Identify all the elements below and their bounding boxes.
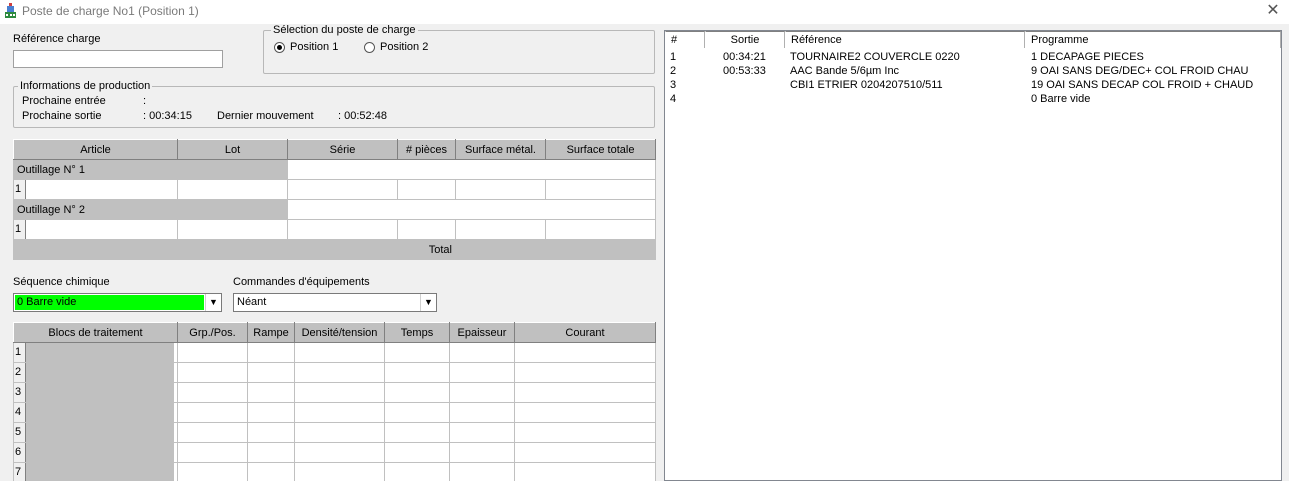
col-epaisseur[interactable]: Epaisseur bbox=[449, 322, 515, 343]
item-reference: AAC Bande 5/6µm Inc bbox=[790, 65, 900, 77]
item-num: 1 bbox=[670, 51, 677, 63]
item-reference: TOURNAIRE2 COUVERCLE 0220 bbox=[790, 51, 960, 63]
item-num: 2 bbox=[670, 65, 677, 77]
chevron-down-icon[interactable]: ▼ bbox=[205, 294, 221, 311]
window-scrollbar[interactable] bbox=[1284, 30, 1289, 481]
position1-label[interactable]: Position 1 bbox=[290, 41, 338, 53]
item-programme: 9 OAI SANS DEG/DEC+ COL FROID CHAU bbox=[1031, 65, 1249, 77]
col-surface-totale[interactable]: Surface totale bbox=[545, 139, 656, 160]
position2-label[interactable]: Position 2 bbox=[380, 41, 428, 53]
table-row[interactable]: 1 bbox=[13, 179, 656, 200]
close-icon[interactable]: ✕ bbox=[1262, 2, 1284, 22]
col-densite[interactable]: Densité/tension bbox=[294, 322, 385, 343]
item-programme: 0 Barre vide bbox=[1031, 93, 1091, 105]
table-row[interactable]: 1 bbox=[13, 342, 656, 363]
reference-charge-input[interactable] bbox=[13, 50, 223, 68]
commandes-value: Néant bbox=[237, 296, 267, 308]
table-row[interactable]: 6 bbox=[13, 442, 656, 463]
prochaine-sortie-label: Prochaine sortie bbox=[22, 110, 102, 122]
sequence-label: Séquence chimique bbox=[13, 276, 110, 288]
outillage2-label: Outillage N° 2 bbox=[13, 199, 288, 220]
app-icon bbox=[5, 3, 16, 18]
charges-list-header: # Sortie Référence Programme bbox=[665, 31, 1281, 48]
item-programme: 1 DECAPAGE PIECES bbox=[1031, 51, 1144, 63]
col-surface-metal[interactable]: Surface métal. bbox=[455, 139, 546, 160]
item-num: 3 bbox=[670, 79, 677, 91]
item-sortie: 00:34:21 bbox=[723, 51, 766, 63]
total-row: Total bbox=[13, 239, 656, 260]
prochaine-entree-value: : bbox=[143, 95, 147, 107]
charges-list[interactable]: # Sortie Référence Programme 1 00:34:21 … bbox=[664, 30, 1282, 481]
dernier-mouvement-value: : 00:52:48 bbox=[338, 110, 387, 122]
row-number: 2 bbox=[14, 363, 26, 382]
window-title: Poste de charge No1 (Position 1) bbox=[22, 4, 199, 18]
outillage1-row: Outillage N° 1 bbox=[13, 159, 656, 180]
title-bar: Poste de charge No1 (Position 1) ✕ bbox=[0, 0, 1289, 24]
production-groupbox bbox=[13, 86, 655, 128]
col-article[interactable]: Article bbox=[13, 139, 178, 160]
row-number: 1 bbox=[14, 180, 26, 199]
total-surface-metal bbox=[455, 239, 546, 260]
table-row[interactable]: 4 bbox=[13, 402, 656, 423]
position2-radio[interactable] bbox=[364, 42, 375, 53]
table-row[interactable]: 3 bbox=[13, 382, 656, 403]
total-label: Total bbox=[13, 239, 456, 260]
col-serie[interactable]: Série bbox=[287, 139, 398, 160]
col-temps[interactable]: Temps bbox=[384, 322, 450, 343]
col-sortie[interactable]: Sortie bbox=[705, 31, 785, 48]
outillage2-row: Outillage N° 2 bbox=[13, 199, 656, 220]
item-reference: CBI1 ETRIER 0204207510/511 bbox=[790, 79, 943, 91]
col-num[interactable]: # bbox=[665, 31, 705, 48]
articles-header-row: Article Lot Série # pièces Surface métal… bbox=[13, 139, 656, 160]
list-item[interactable]: 3 CBI1 ETRIER 0204207510/511 19 OAI SANS… bbox=[665, 79, 1281, 93]
row-number: 1 bbox=[14, 343, 26, 362]
prochaine-sortie-value: : 00:34:15 bbox=[143, 110, 192, 122]
blocs-header-row: Blocs de traitement Grp./Pos. Rampe Dens… bbox=[13, 322, 656, 343]
dernier-mouvement-label: Dernier mouvement bbox=[217, 110, 314, 122]
item-programme: 19 OAI SANS DECAP COL FROID + CHAUD bbox=[1031, 79, 1254, 91]
row-number: 7 bbox=[14, 463, 26, 481]
col-courant[interactable]: Courant bbox=[514, 322, 656, 343]
list-item[interactable]: 4 0 Barre vide bbox=[665, 93, 1281, 107]
position1-radio[interactable] bbox=[274, 42, 285, 53]
col-reference[interactable]: Référence bbox=[785, 31, 1025, 48]
item-sortie: 00:53:33 bbox=[723, 65, 766, 77]
list-item[interactable]: 1 00:34:21 TOURNAIRE2 COUVERCLE 0220 1 D… bbox=[665, 51, 1281, 65]
sequence-value: 0 Barre vide bbox=[17, 296, 77, 308]
selection-legend: Sélection du poste de charge bbox=[271, 24, 418, 36]
table-row[interactable]: 2 bbox=[13, 362, 656, 383]
reference-charge-label: Référence charge bbox=[13, 33, 101, 45]
blocs-table: Blocs de traitement Grp./Pos. Rampe Dens… bbox=[13, 322, 656, 481]
table-row[interactable]: 5 bbox=[13, 422, 656, 443]
outillage1-label: Outillage N° 1 bbox=[13, 159, 288, 180]
col-rampe[interactable]: Rampe bbox=[247, 322, 295, 343]
col-pieces[interactable]: # pièces bbox=[397, 139, 456, 160]
col-blocs[interactable]: Blocs de traitement bbox=[13, 322, 178, 343]
table-row[interactable]: 7 bbox=[13, 462, 656, 481]
row-number: 4 bbox=[14, 403, 26, 422]
item-num: 4 bbox=[670, 93, 677, 105]
row-number: 3 bbox=[14, 383, 26, 402]
articles-table: Article Lot Série # pièces Surface métal… bbox=[13, 139, 656, 260]
commandes-label: Commandes d'équipements bbox=[233, 276, 370, 288]
col-grp-pos[interactable]: Grp./Pos. bbox=[177, 322, 248, 343]
row-number: 1 bbox=[14, 220, 26, 239]
col-programme[interactable]: Programme bbox=[1025, 31, 1281, 48]
prochaine-entree-label: Prochaine entrée bbox=[22, 95, 106, 107]
commandes-select[interactable]: Néant ▼ bbox=[233, 293, 437, 312]
sequence-select[interactable]: 0 Barre vide ▼ bbox=[13, 293, 222, 312]
row-number: 5 bbox=[14, 423, 26, 442]
production-legend: Informations de production bbox=[18, 80, 153, 92]
row-number: 6 bbox=[14, 443, 26, 462]
list-item[interactable]: 2 00:53:33 AAC Bande 5/6µm Inc 9 OAI SAN… bbox=[665, 65, 1281, 79]
total-surface-totale bbox=[545, 239, 656, 260]
chevron-down-icon[interactable]: ▼ bbox=[420, 294, 436, 311]
col-lot[interactable]: Lot bbox=[177, 139, 288, 160]
table-row[interactable]: 1 bbox=[13, 219, 656, 240]
